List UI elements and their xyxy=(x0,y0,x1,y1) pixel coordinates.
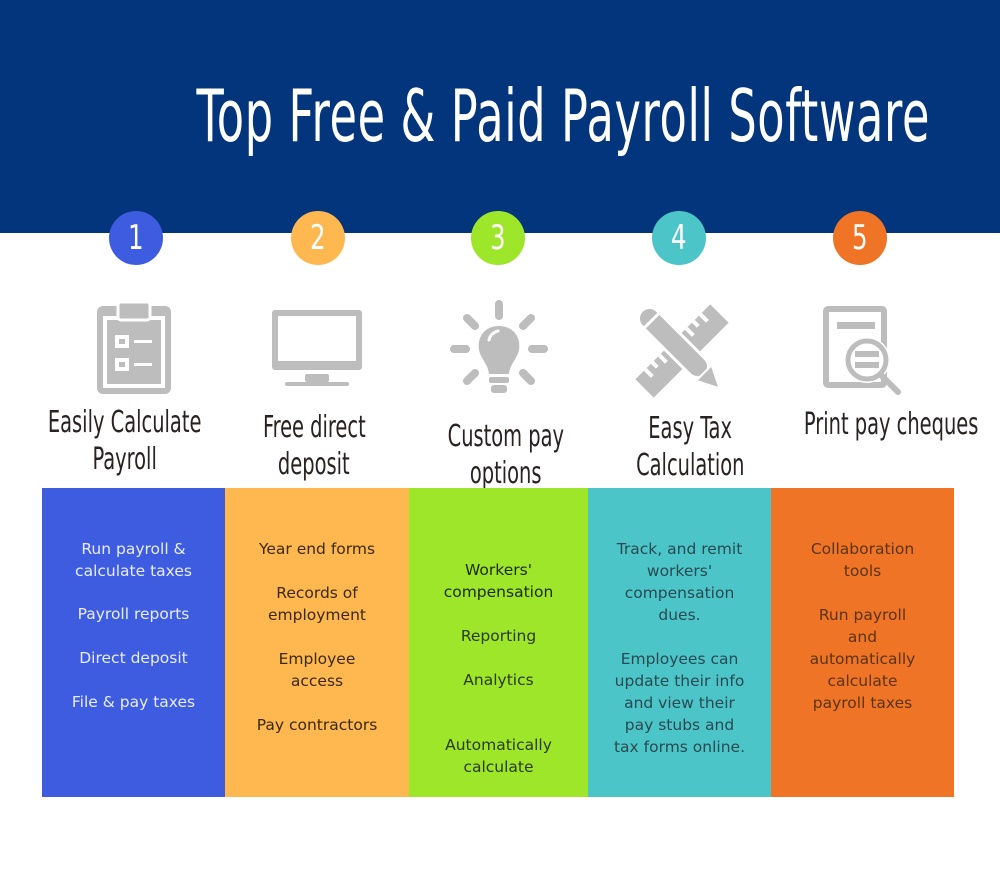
heading-line: options xyxy=(470,456,542,491)
step-badge-1: 1 xyxy=(109,211,163,265)
page-title: Top Free & Paid Payroll Software xyxy=(196,74,931,158)
step-badge-2: 2 xyxy=(291,211,345,265)
feature-item: Direct deposit xyxy=(79,649,188,667)
feature-item: workers' xyxy=(646,562,713,580)
feature-column-5: Collaboration tools Run payroll and auto… xyxy=(771,488,954,797)
lightbulb-icon xyxy=(450,300,548,393)
feature-item: Track, and remit xyxy=(616,540,743,558)
feature-heading-4: Easy Tax Calculation xyxy=(580,410,800,484)
step-number: 5 xyxy=(852,218,868,258)
header-banner: Top Free & Paid Payroll Software xyxy=(0,0,1000,233)
feature-item: employment xyxy=(268,606,366,624)
clipboard-checklist-icon xyxy=(97,300,171,394)
feature-item: and xyxy=(847,628,878,646)
feature-item: Automatically xyxy=(445,736,552,754)
feature-item: payroll taxes xyxy=(812,694,913,712)
feature-item: and view their xyxy=(624,694,735,712)
feature-heading-2: Free direct deposit xyxy=(204,409,424,483)
feature-column-2: Year end forms Records of employment Emp… xyxy=(225,488,409,797)
feature-item: automatically xyxy=(809,650,916,668)
feature-item: calculate xyxy=(463,758,534,776)
feature-item: Run payroll & xyxy=(81,540,186,558)
feature-item: compensation xyxy=(443,583,554,601)
step-number: 2 xyxy=(310,218,326,258)
heading-line: Free direct xyxy=(262,410,366,445)
heading-line: Calculation xyxy=(635,448,745,483)
heading-line: deposit xyxy=(278,447,350,482)
feature-item: Records of xyxy=(276,584,358,602)
step-badge-5: 5 xyxy=(833,211,887,265)
step-number: 4 xyxy=(671,218,687,258)
feature-item: calculate xyxy=(827,672,898,690)
feature-item: File & pay taxes xyxy=(71,693,196,711)
feature-item: pay stubs and xyxy=(624,716,735,734)
monitor-icon xyxy=(272,310,362,386)
feature-item: Employee xyxy=(278,650,356,668)
heading-line: Custom pay xyxy=(447,419,565,454)
feature-item: Pay contractors xyxy=(256,716,378,734)
ruler-pencil-icon xyxy=(635,304,729,398)
step-number: 1 xyxy=(128,218,144,258)
feature-item: Payroll reports xyxy=(77,605,190,623)
step-badge-3: 3 xyxy=(471,211,525,265)
document-search-icon xyxy=(823,306,901,395)
feature-heading-1: Easily Calculate Payroll xyxy=(15,404,235,478)
feature-item: Run payroll xyxy=(818,606,907,624)
step-badge-4: 4 xyxy=(652,211,706,265)
heading-line: Print pay cheques xyxy=(803,407,979,442)
heading-line: Payroll xyxy=(92,442,158,477)
feature-item: dues. xyxy=(658,606,701,624)
feature-column-4: Track, and remit workers' compensation d… xyxy=(588,488,771,797)
heading-line: Easily Calculate xyxy=(48,405,202,440)
feature-item: calculate taxes xyxy=(75,562,192,580)
feature-item: Workers' xyxy=(465,561,532,579)
feature-item: tax forms online. xyxy=(613,738,746,756)
feature-item: Year end forms xyxy=(258,540,376,558)
heading-line: Easy Tax xyxy=(648,411,732,446)
feature-item: access xyxy=(290,672,344,690)
step-number: 3 xyxy=(490,218,506,258)
feature-heading-5: Print pay cheques xyxy=(770,406,990,443)
feature-item: Reporting xyxy=(460,627,537,645)
feature-column-3: Workers' compensation Reporting Analytic… xyxy=(409,488,588,797)
feature-item: Analytics xyxy=(463,671,534,689)
feature-column-1: Run payroll & calculate taxes Payroll re… xyxy=(42,488,225,797)
feature-item: Collaboration xyxy=(810,540,915,558)
feature-item: tools xyxy=(843,562,882,580)
feature-item: update their info xyxy=(614,672,745,690)
feature-item: Employees can xyxy=(620,650,739,668)
feature-item: compensation xyxy=(624,584,735,602)
